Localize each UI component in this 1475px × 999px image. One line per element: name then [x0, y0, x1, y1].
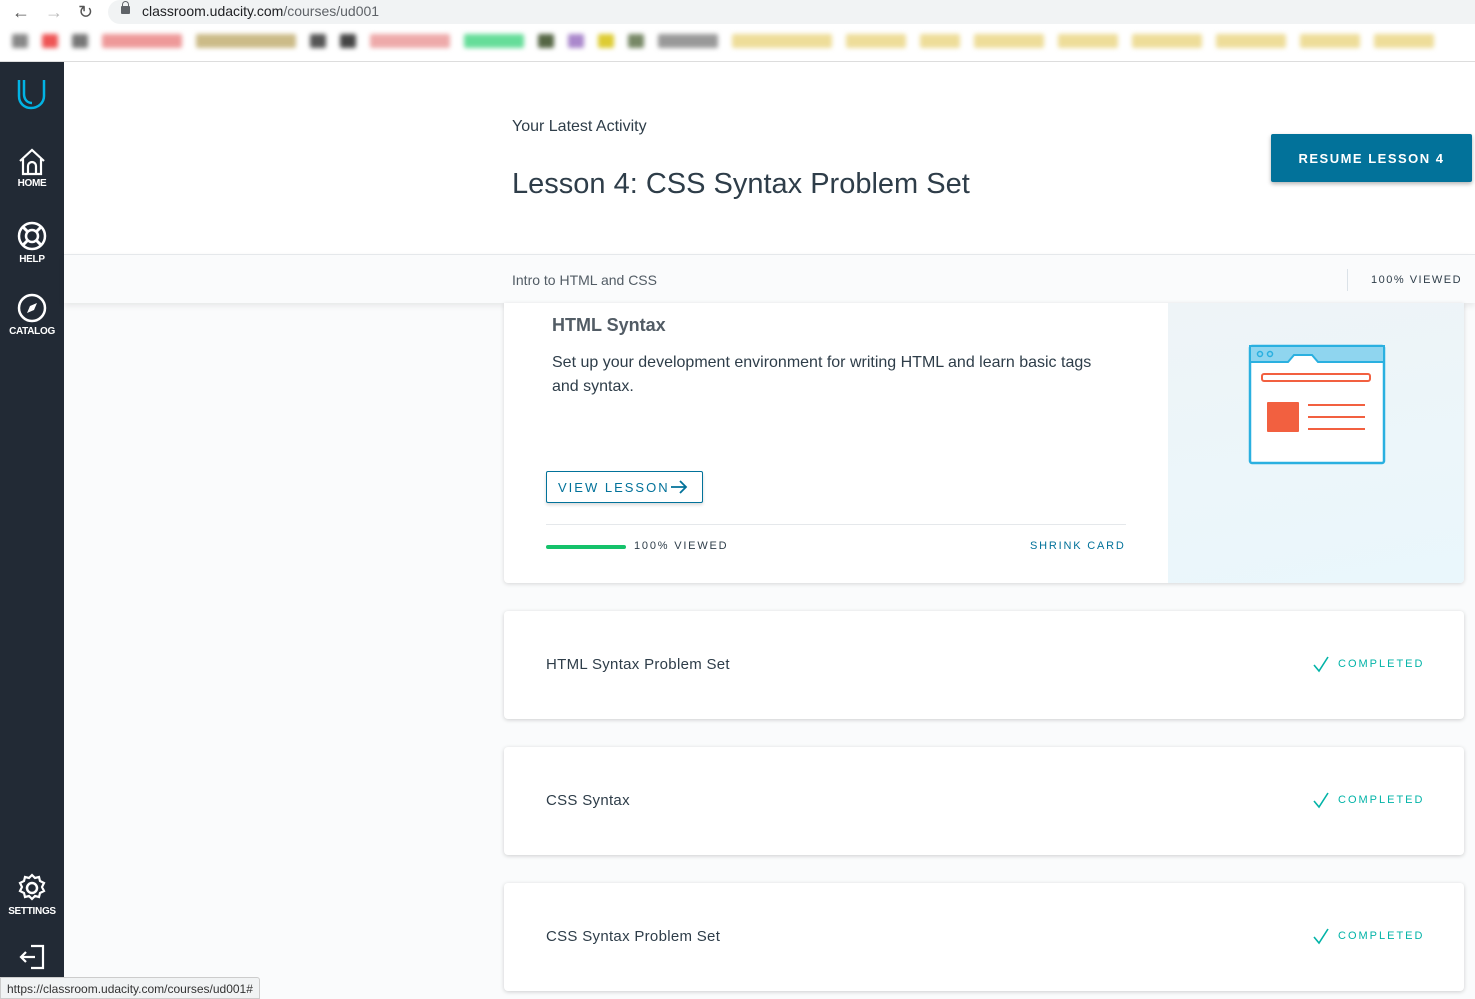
- lesson-card[interactable]: CSS Syntax COMPLETED: [504, 747, 1464, 855]
- back-icon[interactable]: ←: [12, 2, 30, 23]
- lesson-title: CSS Syntax: [546, 792, 630, 809]
- sidebar-item-home[interactable]: HOME: [0, 148, 64, 189]
- course-bar: Intro to HTML and CSS 100% VIEWED: [64, 254, 1475, 303]
- status-badge: COMPLETED: [1312, 927, 1424, 945]
- check-icon: [1313, 928, 1329, 945]
- lesson-title: CSS Syntax Problem Set: [546, 928, 721, 945]
- home-icon: [19, 148, 45, 176]
- browser-window-illustration: [1248, 344, 1386, 465]
- sidebar-item-settings[interactable]: SETTINGS: [0, 872, 64, 917]
- course-progress: 100% VIEWED: [1371, 274, 1463, 286]
- reload-icon[interactable]: ↻: [78, 2, 93, 23]
- check-icon: [1313, 656, 1329, 673]
- latest-activity-header: Your Latest Activity Lesson 4: CSS Synta…: [64, 62, 1475, 254]
- lesson-card-expanded: HTML Syntax Set up your development envi…: [504, 303, 1464, 583]
- shrink-card-link[interactable]: SHRINK CARD: [1030, 540, 1126, 552]
- lesson-card[interactable]: CSS Syntax Problem Set COMPLETED: [504, 883, 1464, 991]
- gear-icon: [18, 873, 46, 901]
- lesson-card-title: HTML Syntax: [552, 315, 666, 335]
- logout-button[interactable]: [0, 942, 64, 974]
- lifebuoy-icon: [17, 221, 47, 251]
- address-bar[interactable]: classroom.udacity.com/courses/ud001: [108, 0, 1475, 24]
- logout-icon: [19, 944, 45, 970]
- lesson-card-description: Set up your development environment for …: [552, 354, 1092, 395]
- lesson-title: HTML Syntax Problem Set: [546, 656, 730, 673]
- latest-activity-label: Your Latest Activity: [512, 118, 647, 135]
- udacity-logo[interactable]: [0, 76, 64, 114]
- progress-bar: [546, 545, 626, 549]
- arrow-right-icon: [671, 480, 688, 494]
- view-lesson-button[interactable]: VIEW LESSON: [546, 471, 703, 503]
- status-badge: COMPLETED: [1312, 791, 1424, 809]
- browser-chrome: ← → ↻ classroom.udacity.com/courses/ud00…: [0, 0, 1475, 62]
- lesson-title: Lesson 4: CSS Syntax Problem Set: [512, 168, 970, 200]
- lesson-illustration: [1168, 303, 1464, 583]
- divider: [546, 524, 1126, 525]
- sidebar-item-help[interactable]: HELP: [0, 220, 64, 265]
- divider: [1347, 269, 1348, 291]
- status-badge: COMPLETED: [1312, 655, 1424, 673]
- sidebar: HOME HELP CATALOG SETTINGS: [0, 62, 64, 999]
- progress-text: 100% VIEWED: [634, 540, 729, 552]
- compass-icon: [17, 293, 47, 323]
- sidebar-item-catalog[interactable]: CATALOG: [0, 292, 64, 337]
- check-icon: [1313, 792, 1329, 809]
- course-title: Intro to HTML and CSS: [512, 272, 657, 288]
- lock-icon: [121, 1, 130, 14]
- lesson-card[interactable]: HTML Syntax Problem Set COMPLETED: [504, 611, 1464, 719]
- resume-lesson-button[interactable]: RESUME LESSON 4: [1271, 134, 1472, 182]
- bookmarks-bar: [12, 34, 1434, 50]
- forward-icon[interactable]: →: [45, 2, 63, 23]
- status-bar-url: https://classroom.udacity.com/courses/ud…: [0, 977, 260, 999]
